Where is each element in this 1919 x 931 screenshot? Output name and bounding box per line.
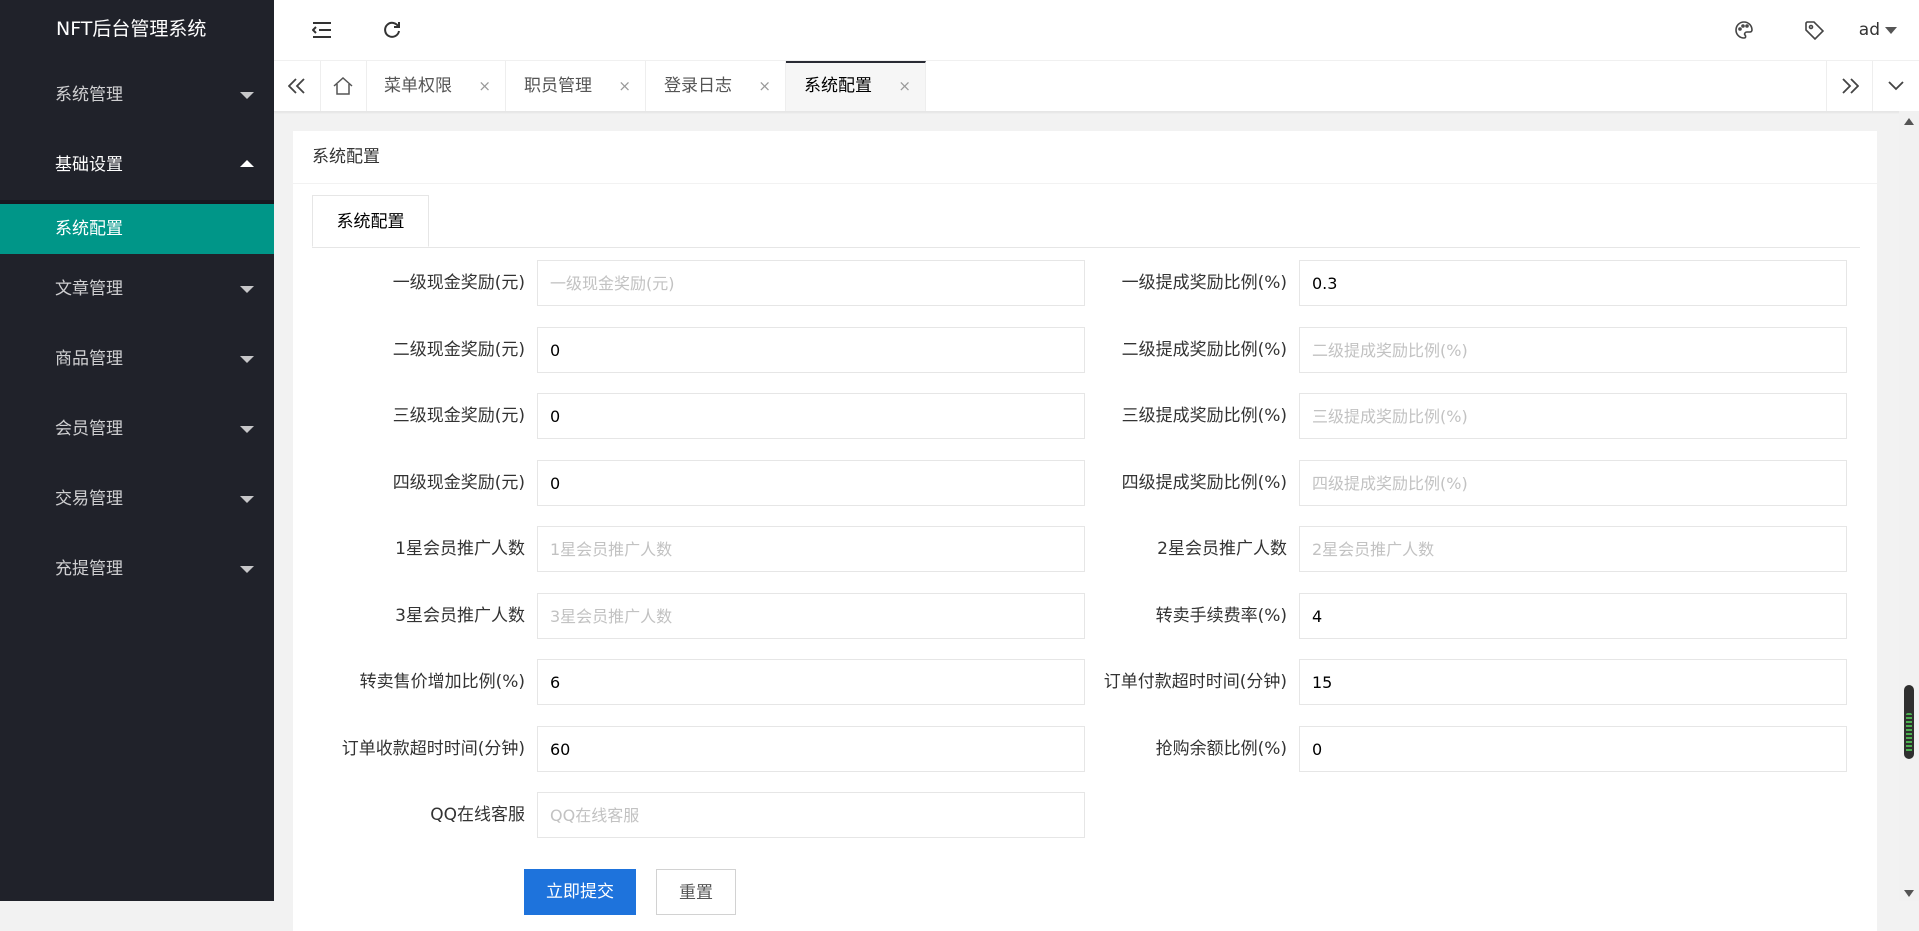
tabs-dropdown-icon[interactable] bbox=[1872, 61, 1919, 111]
tab-label: 登录日志 bbox=[664, 76, 732, 96]
tab-label: 系统配置 bbox=[804, 76, 872, 96]
user-name: ad bbox=[1858, 20, 1880, 40]
field-label: 二级提成奖励比例(%) bbox=[1121, 340, 1287, 360]
sidebar-subitem-system-config[interactable]: 系统配置 bbox=[0, 204, 274, 254]
scroll-down-arrow-icon[interactable] bbox=[1904, 890, 1914, 897]
field-label: 一级提成奖励比例(%) bbox=[1121, 273, 1287, 293]
sidebar-item-trade-management[interactable]: 交易管理 bbox=[0, 464, 274, 534]
config-input-field[interactable] bbox=[1299, 460, 1847, 506]
sidebar-item-system-management[interactable]: 系统管理 bbox=[0, 60, 274, 130]
inner-tab-row: 系统配置 bbox=[312, 195, 1860, 248]
tabs-scroll-right-icon[interactable] bbox=[1826, 61, 1873, 111]
tag-icon[interactable] bbox=[1786, 0, 1842, 60]
app-logo-title: NFT后台管理系统 bbox=[56, 18, 207, 40]
sidebar-item-product-management[interactable]: 商品管理 bbox=[0, 324, 274, 394]
config-input-field[interactable] bbox=[537, 792, 1085, 838]
close-icon[interactable]: × bbox=[478, 61, 491, 111]
field-label: 2星会员推广人数 bbox=[1157, 539, 1287, 559]
sidebar-submenu: 系统配置 bbox=[0, 200, 274, 254]
config-input-field[interactable] bbox=[1299, 327, 1847, 373]
submit-button[interactable]: 立即提交 bbox=[524, 869, 636, 915]
close-icon[interactable]: × bbox=[758, 61, 771, 111]
card-title: 系统配置 bbox=[293, 131, 1877, 184]
chevron-down-icon bbox=[240, 92, 254, 99]
field-label: 订单付款超时时间(分钟) bbox=[1103, 672, 1287, 692]
chevron-down-icon bbox=[240, 566, 254, 573]
chevron-up-icon bbox=[240, 160, 254, 167]
field-label: 四级现金奖励(元) bbox=[392, 473, 525, 493]
sidebar-item-label: 基础设置 bbox=[55, 155, 123, 175]
user-menu[interactable]: ad bbox=[1859, 0, 1897, 60]
config-input-field[interactable] bbox=[1299, 659, 1847, 705]
tab-system-config[interactable]: 系统配置 × bbox=[786, 61, 926, 111]
field-label: 3星会员推广人数 bbox=[395, 606, 525, 626]
field-label: 抢购余额比例(%) bbox=[1155, 739, 1287, 759]
close-icon[interactable]: × bbox=[898, 63, 911, 109]
sidebar-item-label: 商品管理 bbox=[55, 349, 123, 369]
close-icon[interactable]: × bbox=[618, 61, 631, 111]
field-label: 三级提成奖励比例(%) bbox=[1121, 406, 1287, 426]
top-header: ad bbox=[274, 0, 1919, 61]
config-card: 系统配置 系统配置 一级现金奖励(元) 一级提成奖励比例(%) 二级现金奖励(元) 二… bbox=[293, 131, 1877, 931]
scroll-up-arrow-icon[interactable] bbox=[1904, 118, 1914, 125]
sidebar-item-basic-settings[interactable]: 基础设置 bbox=[0, 130, 274, 200]
field-label: QQ在线客服 bbox=[430, 805, 525, 825]
field-label: 转卖手续费率(%) bbox=[1155, 606, 1287, 626]
reset-button[interactable]: 重置 bbox=[656, 869, 736, 915]
sidebar-item-label: 系统管理 bbox=[55, 85, 123, 105]
scrollbar-thumb[interactable] bbox=[1904, 685, 1914, 759]
field-label: 四级提成奖励比例(%) bbox=[1121, 473, 1287, 493]
field-label: 1星会员推广人数 bbox=[395, 539, 525, 559]
chevron-down-icon bbox=[240, 426, 254, 433]
field-label: 订单收款超时时间(分钟) bbox=[341, 739, 525, 759]
config-input-field[interactable] bbox=[1299, 526, 1847, 572]
field-label: 三级现金奖励(元) bbox=[392, 406, 525, 426]
config-input-field[interactable] bbox=[1299, 593, 1847, 639]
sidebar-item-label: 交易管理 bbox=[55, 489, 123, 509]
palette-icon[interactable] bbox=[1716, 0, 1772, 60]
chevron-down-icon bbox=[240, 496, 254, 503]
tab-login-log[interactable]: 登录日志 × bbox=[646, 61, 786, 111]
menu-collapse-icon[interactable] bbox=[294, 0, 350, 60]
inner-tab-system-config[interactable]: 系统配置 bbox=[312, 195, 429, 247]
sidebar-item-article-management[interactable]: 文章管理 bbox=[0, 254, 274, 324]
tab-label: 菜单权限 bbox=[384, 76, 452, 96]
sidebar: NFT后台管理系统 系统管理 基础设置 系统配置 文章管理 商品管理 会员管理 … bbox=[0, 0, 274, 901]
tabs-scroll-left-icon[interactable] bbox=[274, 61, 321, 111]
refresh-icon[interactable] bbox=[364, 0, 420, 60]
field-label: 二级现金奖励(元) bbox=[392, 340, 525, 360]
sidebar-item-label: 充提管理 bbox=[55, 559, 123, 579]
sidebar-item-label: 文章管理 bbox=[55, 279, 123, 299]
sidebar-item-member-management[interactable]: 会员管理 bbox=[0, 394, 274, 464]
page-scrollbar[interactable] bbox=[1899, 111, 1919, 901]
config-input-field[interactable] bbox=[1299, 726, 1847, 772]
chevron-down-icon bbox=[1885, 26, 1897, 34]
sidebar-item-deposit-withdraw-management[interactable]: 充提管理 bbox=[0, 534, 274, 604]
tab-label: 职员管理 bbox=[524, 76, 592, 96]
field-label: 一级现金奖励(元) bbox=[392, 273, 525, 293]
chevron-down-icon bbox=[240, 356, 254, 363]
tab-menu-permissions[interactable]: 菜单权限 × bbox=[366, 61, 506, 111]
sidebar-item-label: 会员管理 bbox=[55, 419, 123, 439]
home-icon[interactable] bbox=[320, 61, 367, 111]
config-input-field[interactable] bbox=[1299, 393, 1847, 439]
tab-staff-management[interactable]: 职员管理 × bbox=[506, 61, 646, 111]
chevron-down-icon bbox=[240, 286, 254, 293]
tabs-bar: 菜单权限 × 职员管理 × 登录日志 × 系统配置 × bbox=[274, 61, 1919, 112]
config-input-field[interactable] bbox=[1299, 260, 1847, 306]
field-label: 转卖售价增加比例(%) bbox=[359, 672, 525, 692]
